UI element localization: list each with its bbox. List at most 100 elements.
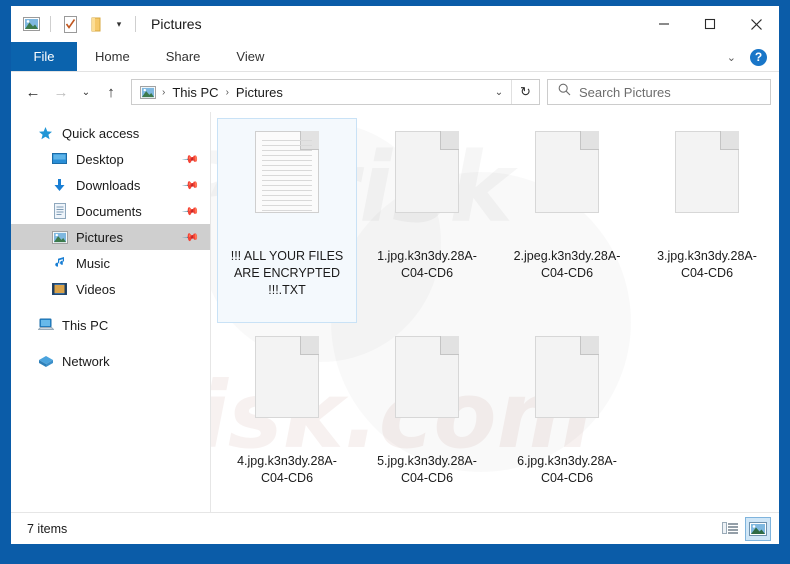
toolbar-divider [50, 16, 51, 32]
explorer-body: Quick access Desktop 📌 Downloads 📌 Docum… [11, 112, 779, 512]
title-divider [135, 16, 136, 32]
breadcrumb-pictures[interactable]: Pictures [233, 85, 286, 100]
downloads-icon [51, 177, 68, 194]
address-dropdown-icon[interactable]: ⌄ [487, 87, 511, 98]
blank-file-icon [659, 127, 755, 242]
file-name: 3.jpg.k3n3dy.28A-C04-CD6 [657, 249, 757, 280]
file-name: 2.jpeg.k3n3dy.28A-C04-CD6 [513, 249, 621, 280]
navigation-pane: Quick access Desktop 📌 Downloads 📌 Docum… [11, 112, 211, 512]
up-button[interactable]: ↑ [97, 78, 125, 106]
file-tile-6[interactable]: 6.jpg.k3n3dy.28A-C04-CD6 [497, 323, 637, 512]
star-icon [37, 125, 54, 142]
network-icon [37, 353, 54, 370]
breadcrumb-separator-1: › [162, 86, 166, 98]
file-tile-2[interactable]: 2.jpeg.k3n3dy.28A-C04-CD6 [497, 118, 637, 323]
blank-file-icon [519, 332, 615, 447]
file-name: !!! ALL YOUR FILES ARE ENCRYPTED !!!.TXT [230, 249, 344, 297]
desktop-icon [51, 151, 68, 168]
sidebar-item-downloads[interactable]: Downloads 📌 [11, 172, 210, 198]
documents-icon [51, 203, 68, 220]
file-list-view[interactable]: PCrisk risk.com !!! ALL YOUR F [211, 112, 779, 512]
sidebar-gap-2 [11, 338, 210, 348]
collapse-ribbon-icon[interactable]: ⌄ [721, 51, 742, 64]
details-view-button[interactable] [717, 517, 743, 541]
videos-icon [51, 281, 68, 298]
item-count: 7 items [27, 521, 68, 536]
tab-view[interactable]: View [218, 42, 282, 71]
sidebar-item-music[interactable]: Music [11, 250, 210, 276]
forward-button[interactable]: → [47, 78, 75, 106]
refresh-button[interactable]: ↻ [511, 80, 539, 104]
text-document-icon [239, 127, 335, 242]
file-tile-ransom-note[interactable]: !!! ALL YOUR FILES ARE ENCRYPTED !!!.TXT [217, 118, 357, 323]
sidebar-gap-1 [11, 302, 210, 312]
pin-icon-desktop[interactable]: 📌 [182, 150, 201, 168]
help-button[interactable]: ? [750, 48, 767, 66]
tab-file[interactable]: File [11, 42, 77, 71]
sidebar-label-this-pc: This PC [62, 317, 109, 333]
search-input[interactable]: Search Pictures [579, 85, 671, 100]
status-bar: 7 items [11, 512, 779, 544]
file-grid: !!! ALL YOUR FILES ARE ENCRYPTED !!!.TXT… [211, 112, 779, 512]
pictures-folder-icon[interactable] [21, 14, 41, 34]
file-tile-1[interactable]: 1.jpg.k3n3dy.28A-C04-CD6 [357, 118, 497, 323]
search-box[interactable]: Search Pictures [547, 79, 771, 105]
close-button[interactable] [733, 6, 779, 42]
window-controls [641, 6, 779, 42]
explorer-window: ▾ Pictures File Home Share View ⌄ ? ← → … [11, 6, 779, 544]
address-bar[interactable]: › This PC › Pictures ⌄ ↻ [131, 79, 540, 105]
pictures-icon [51, 229, 68, 246]
maximize-button[interactable] [687, 6, 733, 42]
breadcrumb-separator-2: › [225, 86, 229, 98]
ribbon-tabs: File Home Share View ⌄ ? [11, 42, 779, 72]
title-bar: ▾ Pictures [11, 6, 779, 42]
sidebar-label-documents: Documents [76, 203, 142, 219]
breadcrumb-pictures-icon [138, 82, 158, 102]
file-tile-3[interactable]: 3.jpg.k3n3dy.28A-C04-CD6 [637, 118, 777, 323]
quick-access-toolbar: ▾ Pictures [11, 14, 202, 34]
this-pc-icon [37, 317, 54, 334]
blank-file-icon [239, 332, 335, 447]
recent-locations-button[interactable]: ⌄ [75, 78, 97, 106]
sidebar-item-desktop[interactable]: Desktop 📌 [11, 146, 210, 172]
blank-file-icon [379, 127, 475, 242]
blank-file-icon [379, 332, 475, 447]
file-name: 6.jpg.k3n3dy.28A-C04-CD6 [517, 454, 617, 485]
file-name: 4.jpg.k3n3dy.28A-C04-CD6 [237, 454, 337, 485]
quick-access-dropdown-icon[interactable]: ▾ [112, 19, 126, 30]
sidebar-item-network[interactable]: Network [11, 348, 210, 374]
tab-share[interactable]: Share [148, 42, 219, 71]
pin-icon-pictures[interactable]: 📌 [182, 228, 201, 246]
sidebar-label-quick-access: Quick access [62, 125, 140, 141]
minimize-button[interactable] [641, 6, 687, 42]
back-button[interactable]: ← [19, 78, 47, 106]
sidebar-item-documents[interactable]: Documents 📌 [11, 198, 210, 224]
address-toolbar: ← → ⌄ ↑ › This PC › Pictures ⌄ ↻ Search … [11, 72, 779, 112]
pin-icon-downloads[interactable]: 📌 [182, 176, 201, 194]
file-tile-4[interactable]: 4.jpg.k3n3dy.28A-C04-CD6 [217, 323, 357, 512]
sidebar-label-pictures: Pictures [76, 229, 123, 245]
sidebar-label-music: Music [76, 255, 110, 271]
sidebar-item-pictures[interactable]: Pictures 📌 [11, 224, 210, 250]
breadcrumb: › This PC › Pictures [132, 82, 487, 102]
file-tile-5[interactable]: 5.jpg.k3n3dy.28A-C04-CD6 [357, 323, 497, 512]
file-name: 1.jpg.k3n3dy.28A-C04-CD6 [377, 249, 477, 280]
ribbon-actions: ⌄ ? [721, 42, 775, 72]
large-icons-view-button[interactable] [745, 516, 771, 541]
sidebar-label-network: Network [62, 353, 110, 369]
sidebar-label-desktop: Desktop [76, 151, 124, 167]
sidebar-label-downloads: Downloads [76, 177, 141, 193]
new-folder-icon[interactable] [86, 14, 106, 34]
sidebar-item-videos[interactable]: Videos [11, 276, 210, 302]
sidebar-item-this-pc[interactable]: This PC [11, 312, 210, 338]
blank-file-icon [519, 127, 615, 242]
properties-icon[interactable] [60, 14, 80, 34]
file-name: 5.jpg.k3n3dy.28A-C04-CD6 [377, 454, 477, 485]
breadcrumb-this-pc[interactable]: This PC [169, 85, 221, 100]
tab-home[interactable]: Home [77, 42, 148, 71]
window-title: Pictures [151, 16, 202, 32]
music-icon [51, 255, 68, 272]
sidebar-item-quick-access[interactable]: Quick access [11, 120, 210, 146]
pin-icon-documents[interactable]: 📌 [182, 202, 201, 220]
search-icon [558, 83, 571, 101]
